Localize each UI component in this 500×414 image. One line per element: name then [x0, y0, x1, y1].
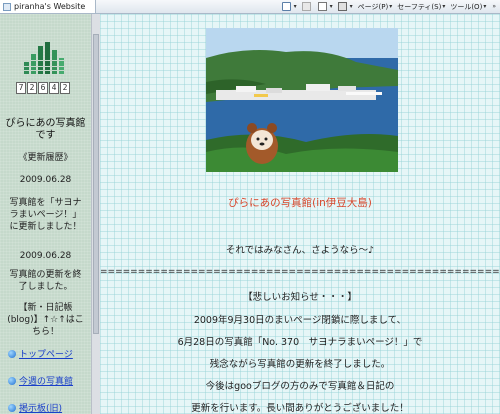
browser-tab[interactable]: piranha's Website — [0, 0, 96, 13]
home-icon — [281, 2, 291, 11]
sidebar: 7 2 6 4 2 ぴらにあの写真館です 《更新履歴》 2009.06.28 写… — [0, 14, 91, 414]
sidebar-item-label: トップページ — [19, 350, 73, 360]
print-button[interactable]: ▾ — [337, 2, 353, 11]
scrollbar-thumb[interactable] — [93, 34, 99, 334]
tools-menu-label: ツール(O) — [450, 2, 483, 11]
notice-line: 6月28日の写真館「No. 370 サヨナラまいページ！」で — [177, 337, 423, 348]
safety-menu[interactable]: セーフティ(S) ▾ — [397, 2, 445, 12]
sidebar-item-label: 掲示板(旧) — [19, 404, 63, 414]
counter-digit: 7 — [16, 82, 26, 94]
update-text: 写真館を「サヨナラまいページ！」に更新しました！ — [9, 198, 82, 232]
farewell-text: それではみなさん、さようなら～♪ — [225, 245, 375, 256]
page-title: ぴらにあの写真館(in伊豆大島) — [228, 197, 372, 209]
update-date: 2009.06.28 — [19, 251, 72, 261]
counter-digit: 4 — [49, 82, 59, 94]
safety-menu-label: セーフティ(S) — [397, 2, 442, 11]
home-button[interactable]: ▾ — [281, 2, 297, 11]
bullet-icon — [8, 403, 16, 412]
page-favicon-icon — [3, 2, 11, 11]
sidebar-item-bbs[interactable]: 掲示板(旧) — [8, 401, 62, 414]
browser-toolbar: piranha's Website ▾ ▾ ▾ ページ(P) ▾ セーフティ(S)… — [0, 0, 500, 14]
counter-digit: 6 — [38, 82, 48, 94]
sidebar-item-top-page[interactable]: トップページ — [8, 347, 73, 360]
frame-scrollbar[interactable] — [91, 14, 100, 414]
history-heading: 《更新履歴》 — [18, 153, 73, 163]
mail-button[interactable]: ▾ — [317, 2, 333, 11]
rss-icon — [301, 2, 311, 11]
mail-icon — [317, 2, 327, 11]
harbor-photo — [206, 28, 398, 172]
notice-heading: 【悲しいお知らせ・・・】 — [243, 292, 357, 303]
update-text: 写真館の更新を終了しました。 — [9, 270, 82, 292]
blog-link[interactable]: 【新・日記帳(blog)】↑☆↑はこちら！ — [0, 302, 91, 338]
main-content: ぴらにあの写真館(in伊豆大島) それではみなさん、さようなら～♪ ======… — [100, 14, 500, 414]
update-date: 2009.06.28 — [19, 175, 72, 185]
site-logo — [24, 42, 64, 74]
sidebar-item-label: 今週の写真館 — [19, 377, 74, 387]
access-counter: 7 2 6 4 2 — [16, 82, 70, 94]
notice-line: 残念ながら写真館の更新を終了しました。 — [209, 359, 391, 370]
page-menu-label: ページ(P) — [357, 2, 389, 11]
command-bar: ▾ ▾ ▾ ページ(P) ▾ セーフティ(S) ▾ ツール(O) ▾ » — [281, 0, 496, 13]
separator-line: ========================================… — [100, 267, 500, 277]
notice-line: 今後はgooブログの方のみで写真館＆日記の — [205, 381, 395, 392]
counter-digit: 2 — [27, 82, 37, 94]
notice-line: 更新を行います。長い間ありがとうございました！ — [191, 403, 409, 414]
bullet-icon — [8, 376, 16, 385]
feeds-button[interactable] — [301, 2, 313, 11]
more-button[interactable]: » — [491, 3, 496, 10]
page-menu[interactable]: ページ(P) ▾ — [358, 2, 393, 12]
tools-menu[interactable]: ツール(O) ▾ — [450, 2, 486, 12]
printer-icon — [337, 2, 347, 11]
counter-digit: 2 — [60, 82, 70, 94]
sidebar-item-weekly-photo[interactable]: 今週の写真館 — [8, 374, 73, 387]
tab-title: piranha's Website — [14, 2, 86, 11]
notice-line: 2009年9月30日のまいページ閉鎖に際しまして、 — [193, 315, 407, 326]
site-title: ぴらにあの写真館です — [5, 118, 86, 141]
bullet-icon — [8, 349, 16, 358]
